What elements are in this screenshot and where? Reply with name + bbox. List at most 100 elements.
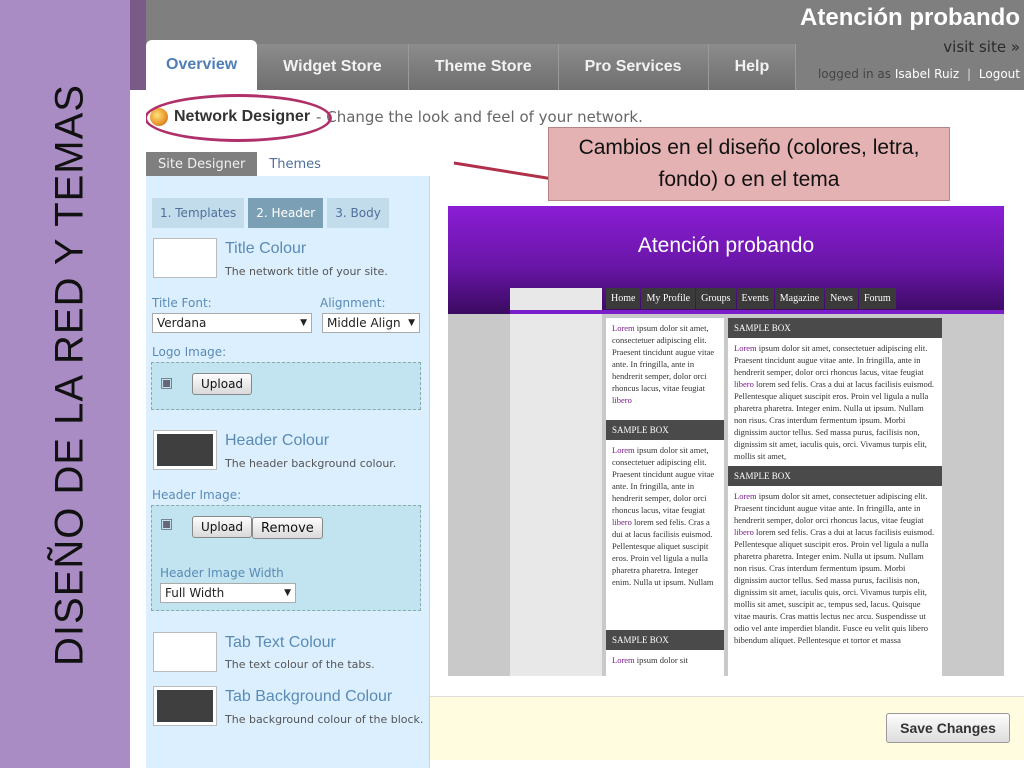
theme-preview: Atención probando Home My Profile Groups…	[430, 176, 1024, 696]
title-font-select[interactable]: Verdana ▼	[152, 313, 312, 333]
preview-text-block: Lorem ipsum dolor sit amet, consectetuer…	[606, 440, 724, 630]
preview-text: ipsum dolor sit	[634, 655, 688, 665]
tab-text-colour-swatch[interactable]	[153, 632, 217, 672]
preview-text-block: Lorem ipsum dolor sit amet, consectetuer…	[728, 486, 942, 666]
login-status: logged in as Isabel Ruiz | Logout	[818, 67, 1020, 81]
preview-link[interactable]: Lorem	[734, 343, 757, 353]
action-bar: Save Changes	[430, 696, 1024, 760]
tab-theme-store[interactable]: Theme Store	[408, 44, 559, 90]
tab-bg-colour-fill	[157, 690, 213, 722]
annotation-callout: Cambios en el diseño (colores, letra, fo…	[548, 127, 950, 201]
preview-link[interactable]: Lorem	[612, 323, 635, 333]
preview-nav-groups[interactable]: Groups	[696, 288, 736, 309]
tab-site-designer[interactable]: Site Designer	[146, 152, 258, 176]
chevron-down-icon: ▼	[408, 318, 415, 328]
title-font-value: Verdana	[157, 316, 207, 330]
preview-nav-magazine[interactable]: Magazine	[774, 288, 825, 309]
preview-text: lorem sed felis. Cras a dui at lacus fac…	[612, 517, 714, 587]
preview-text: lorem sed felis. Cras a dui at lacus fac…	[734, 527, 935, 645]
tab-body[interactable]: 3. Body	[327, 198, 389, 228]
main-tabs: Overview Widget Store Theme Store Pro Se…	[146, 40, 797, 90]
app-screenshot: Atención probando visit site » logged in…	[146, 0, 1024, 768]
preview-canvas: Atención probando Home My Profile Groups…	[448, 206, 1004, 676]
preview-sample-box-heading: SAMPLE BOX	[728, 318, 942, 338]
preview-link[interactable]: Lorem	[612, 445, 635, 455]
logo-upload-button[interactable]: Upload	[192, 373, 253, 395]
title-colour-swatch[interactable]	[153, 238, 217, 278]
preview-nav-home[interactable]: Home	[606, 288, 641, 309]
tab-text-colour-fill	[157, 636, 213, 668]
callout-text: Cambios en el diseño (colores, letra, fo…	[578, 136, 920, 191]
preview-link[interactable]: libero	[734, 527, 754, 537]
separator: |	[967, 67, 972, 81]
preview-sample-box-heading: SAMPLE BOX	[606, 420, 724, 440]
tab-overview[interactable]: Overview	[146, 40, 258, 90]
site-title: Atención probando	[800, 4, 1020, 31]
slide-band-accent	[130, 0, 146, 90]
header-image-width-label: Header Image Width	[160, 566, 284, 580]
image-upload-icon: ▣	[160, 516, 174, 532]
header-colour-description: The header background colour.	[225, 457, 397, 470]
image-upload-icon: ▣	[160, 375, 174, 391]
logout-link[interactable]: Logout	[979, 67, 1020, 81]
chevron-down-icon: ▼	[284, 588, 291, 598]
designer-panel: 1. Templates 2. Header 3. Body Title Col…	[146, 176, 430, 768]
tab-bg-colour-label: Tab Background Colour	[225, 688, 393, 705]
header-remove-button[interactable]: Remove	[252, 517, 323, 539]
preview-text: ipsum dolor sit amet, consectetuer adipi…	[612, 445, 715, 515]
tab-themes[interactable]: Themes	[257, 152, 333, 176]
header-image-width-select[interactable]: Full Width ▼	[160, 583, 296, 603]
alignment-label: Alignment:	[320, 296, 386, 310]
tab-templates[interactable]: 1. Templates	[152, 198, 245, 228]
preview-text: ipsum dolor sit amet, consectetuer adipi…	[734, 491, 928, 525]
preview-link[interactable]: Lorem	[612, 655, 635, 665]
logo-upload-area: ▣ Upload	[151, 362, 421, 410]
preview-nav-my-profile[interactable]: My Profile	[641, 288, 696, 309]
preview-link[interactable]: libero	[612, 395, 632, 405]
preview-nav: Home My Profile Groups Events Magazine N…	[606, 288, 897, 309]
panel-tabs: 1. Templates 2. Header 3. Body	[152, 198, 393, 228]
preview-site-title: Atención probando	[637, 234, 815, 257]
slide: DISEÑO DE LA RED Y TEMAS Atención proban…	[0, 0, 1024, 768]
header-image-width-value: Full Width	[165, 586, 225, 600]
network-designer-description: - Change the look and feel of your netwo…	[316, 108, 643, 126]
tab-text-colour-label: Tab Text Colour	[225, 634, 336, 651]
tab-widget-store[interactable]: Widget Store	[257, 44, 409, 90]
tab-text-colour-description: The text colour of the tabs.	[225, 658, 375, 671]
title-colour-label: Title Colour	[225, 240, 307, 257]
tab-bg-colour-swatch[interactable]	[153, 686, 217, 726]
slide-vertical-title: DISEÑO DE LA RED Y TEMAS	[47, 84, 92, 666]
logo-image-label: Logo Image:	[152, 345, 227, 359]
preview-text: ipsum dolor sit amet, consectetuer adipi…	[612, 323, 715, 393]
tab-header[interactable]: 2. Header	[248, 198, 324, 228]
preview-text: ipsum dolor sit amet, consectetuer adipi…	[734, 343, 928, 377]
header-colour-swatch[interactable]	[153, 430, 217, 470]
header-colour-fill	[157, 434, 213, 466]
chevron-down-icon: ▼	[300, 318, 307, 328]
title-colour-description: The network title of your site.	[225, 265, 388, 278]
preview-sample-box-heading: SAMPLE BOX	[728, 466, 942, 486]
preview-logo-column	[510, 288, 602, 676]
sub-tabs: Site Designer Themes	[146, 152, 333, 176]
preview-link[interactable]: Lorem	[734, 491, 757, 501]
tab-pro-services[interactable]: Pro Services	[558, 44, 709, 90]
highlight-oval	[146, 94, 332, 142]
visit-site-link[interactable]: visit site »	[943, 38, 1020, 56]
header-image-upload-area: ▣ Upload Remove Header Image Width Full …	[151, 505, 421, 611]
preview-link[interactable]: libero	[734, 379, 754, 389]
preview-link[interactable]: libero	[612, 517, 632, 527]
save-changes-button[interactable]: Save Changes	[886, 713, 1010, 743]
preview-nav-underline	[510, 310, 1004, 314]
alignment-select[interactable]: Middle Align ▼	[322, 313, 420, 333]
title-colour-fill	[157, 242, 213, 274]
preview-nav-events[interactable]: Events	[736, 288, 774, 309]
user-name-link[interactable]: Isabel Ruiz	[895, 67, 959, 81]
preview-text-block: Lorem ipsum dolor sit amet, consectetuer…	[728, 338, 942, 466]
alignment-value: Middle Align	[327, 316, 401, 330]
preview-sample-box-heading: SAMPLE BOX	[606, 630, 724, 650]
preview-nav-news[interactable]: News	[825, 288, 858, 309]
tab-help[interactable]: Help	[708, 44, 797, 90]
tab-bg-colour-description: The background colour of the block.	[225, 713, 424, 726]
header-upload-button[interactable]: Upload	[192, 516, 253, 538]
preview-nav-forum[interactable]: Forum	[858, 288, 896, 309]
